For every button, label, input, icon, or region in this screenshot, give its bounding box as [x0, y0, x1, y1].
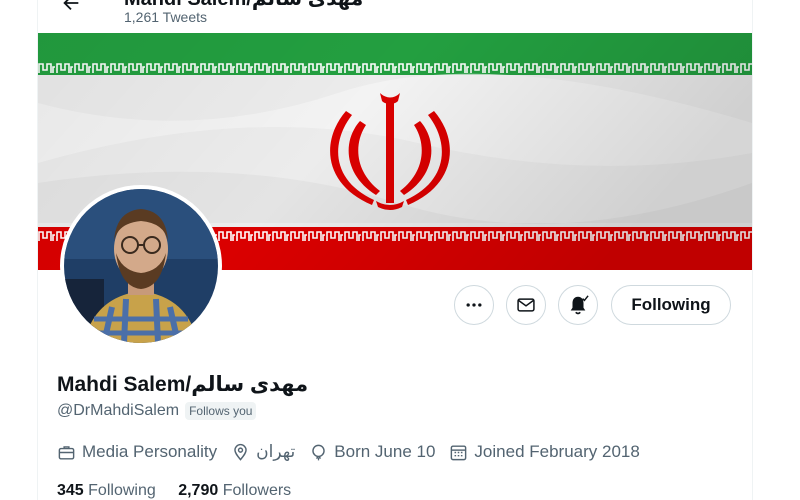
follows-you-badge: Follows you	[185, 402, 257, 420]
location-pin-icon	[234, 443, 247, 461]
location-item: تهران	[231, 442, 295, 462]
following-count: 345	[57, 482, 84, 499]
category-item: Media Personality	[57, 442, 217, 462]
back-arrow-icon	[63, 0, 79, 11]
location-text: تهران	[256, 442, 296, 461]
profile-column: Mahdi Salem/مهدی سالم 1,261 Tweets	[37, 0, 753, 500]
birthday-item: Born June 10	[309, 442, 435, 462]
followers-link[interactable]: 2,790 Followers	[178, 482, 291, 499]
back-button[interactable]	[56, 0, 86, 18]
bell-subscribed-icon	[570, 295, 589, 315]
profile-header-bar: Mahdi Salem/مهدی سالم 1,261 Tweets	[38, 0, 752, 33]
user-handle: @DrMahdiSalem	[57, 402, 180, 419]
profile-meta: Media Personality تهران Born June 10 Joi…	[57, 442, 654, 462]
followers-label: Followers	[222, 482, 292, 499]
message-button[interactable]	[506, 285, 546, 325]
balloon-icon	[312, 444, 326, 460]
follow-stats: 345 Following 2,790 Followers	[57, 482, 309, 500]
more-button[interactable]	[454, 285, 494, 325]
birthday-text: Born June 10	[334, 442, 436, 461]
avatar-photo	[64, 189, 218, 343]
calendar-icon	[451, 444, 467, 460]
briefcase-icon	[58, 445, 75, 460]
following-button[interactable]: Following	[611, 285, 731, 325]
more-icon	[466, 303, 482, 307]
following-label: Following	[88, 482, 156, 499]
header-tweet-count: 1,261 Tweets	[124, 9, 208, 25]
following-link[interactable]: 345 Following	[57, 482, 156, 499]
category-text: Media Personality	[82, 442, 218, 461]
display-name: Mahdi Salem/مهدی سالم	[57, 373, 309, 396]
joined-text: Joined February 2018	[474, 442, 640, 461]
notifications-button[interactable]	[558, 285, 598, 325]
handle-row: @DrMahdiSalem Follows you	[57, 402, 257, 420]
mail-icon	[517, 298, 535, 312]
followers-count: 2,790	[178, 482, 219, 499]
joined-item: Joined February 2018	[449, 442, 640, 462]
avatar[interactable]	[60, 185, 222, 347]
